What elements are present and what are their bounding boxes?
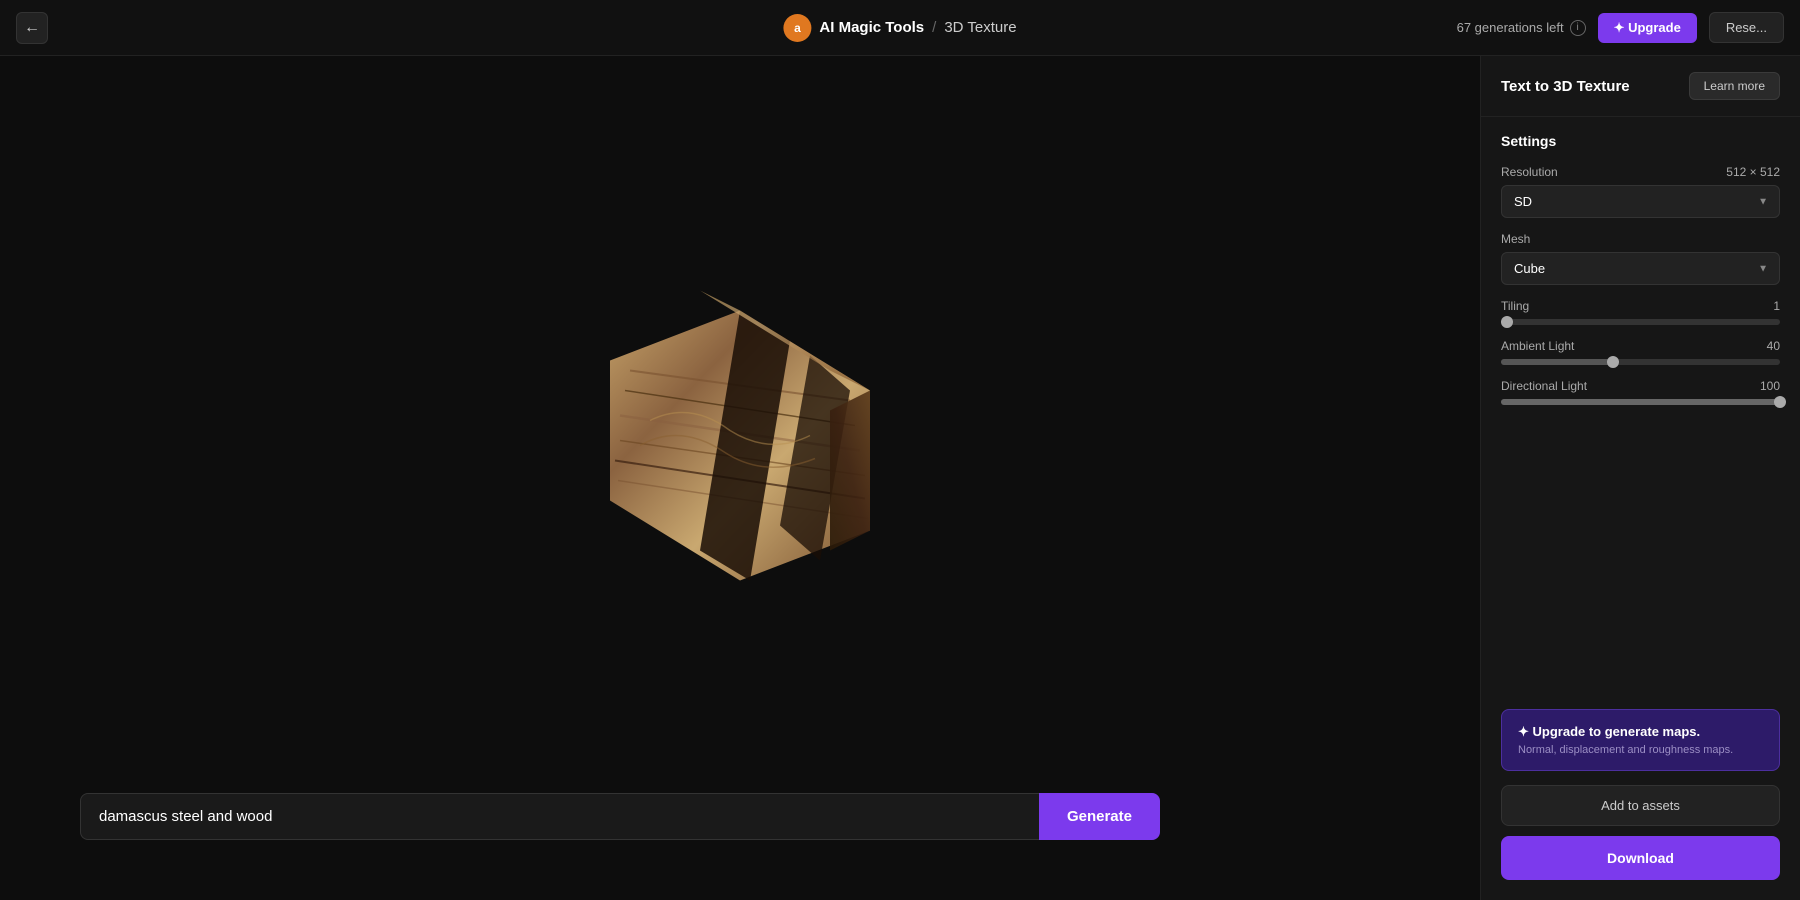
ambient-slider-track[interactable] — [1501, 359, 1780, 365]
mesh-select-wrapper: Cube — [1501, 252, 1780, 285]
ambient-label: Ambient Light — [1501, 339, 1574, 353]
resolution-select[interactable]: SD — [1501, 185, 1780, 218]
resolution-select-wrapper: SD — [1501, 185, 1780, 218]
breadcrumb-separator: / — [932, 19, 936, 36]
directional-light-setting: Directional Light 100 — [1501, 379, 1780, 405]
resolution-value: 512 × 512 — [1726, 165, 1780, 179]
reset-button[interactable]: Rese... — [1709, 12, 1784, 43]
main-layout: Generate Text to 3D Texture Learn more S… — [0, 56, 1800, 900]
upgrade-button[interactable]: ✦ Upgrade — [1598, 13, 1697, 43]
ambient-light-setting: Ambient Light 40 — [1501, 339, 1780, 365]
back-button[interactable]: ← — [16, 12, 48, 44]
generate-button[interactable]: Generate — [1039, 793, 1160, 840]
prompt-input[interactable] — [80, 793, 1039, 840]
topbar-right: 67 generations left i ✦ Upgrade Rese... — [1457, 12, 1784, 43]
learn-more-button[interactable]: Learn more — [1689, 72, 1780, 100]
canvas-area: Generate — [0, 56, 1480, 900]
tiling-setting: Tiling 1 — [1501, 299, 1780, 325]
app-name: AI Magic Tools — [819, 19, 924, 36]
tiling-slider-thumb — [1501, 316, 1513, 328]
directional-slider-fill — [1501, 399, 1780, 405]
panel-title: Text to 3D Texture — [1501, 78, 1630, 95]
ambient-value: 40 — [1767, 339, 1780, 353]
resolution-label: Resolution — [1501, 165, 1558, 179]
upgrade-banner-title: ✦ Upgrade to generate maps. — [1518, 724, 1763, 740]
resolution-setting: Resolution 512 × 512 SD — [1501, 165, 1780, 218]
ambient-slider-fill — [1501, 359, 1613, 365]
mesh-label: Mesh — [1501, 232, 1530, 246]
directional-slider-track[interactable] — [1501, 399, 1780, 405]
breadcrumb-current: 3D Texture — [944, 19, 1016, 36]
upgrade-banner-subtitle: Normal, displacement and roughness maps. — [1518, 744, 1763, 756]
directional-label: Directional Light — [1501, 379, 1587, 393]
panel-header: Text to 3D Texture Learn more — [1481, 56, 1800, 117]
settings-section: Settings Resolution 512 × 512 SD Mesh — [1481, 117, 1800, 709]
mesh-select[interactable]: Cube — [1501, 252, 1780, 285]
directional-value: 100 — [1760, 379, 1780, 393]
mesh-setting: Mesh Cube — [1501, 232, 1780, 285]
directional-slider-thumb — [1774, 396, 1786, 408]
tiling-value: 1 — [1773, 299, 1780, 313]
ambient-slider-thumb — [1607, 356, 1619, 368]
info-icon[interactable]: i — [1570, 20, 1586, 36]
generations-left: 67 generations left i — [1457, 20, 1586, 36]
add-to-assets-button[interactable]: Add to assets — [1501, 785, 1780, 826]
upgrade-banner: ✦ Upgrade to generate maps. Normal, disp… — [1501, 709, 1780, 771]
prompt-bar: Generate — [80, 793, 1160, 840]
brand-icon: a — [783, 14, 811, 42]
3d-model-display — [570, 261, 910, 636]
download-button[interactable]: Download — [1501, 836, 1780, 880]
right-panel: Text to 3D Texture Learn more Settings R… — [1480, 56, 1800, 900]
tiling-slider-track[interactable] — [1501, 319, 1780, 325]
tiling-label: Tiling — [1501, 299, 1529, 313]
settings-heading: Settings — [1501, 133, 1780, 149]
back-icon: ← — [24, 19, 40, 37]
topbar: ← a AI Magic Tools / 3D Texture 67 gener… — [0, 0, 1800, 56]
breadcrumb: a AI Magic Tools / 3D Texture — [783, 14, 1016, 42]
